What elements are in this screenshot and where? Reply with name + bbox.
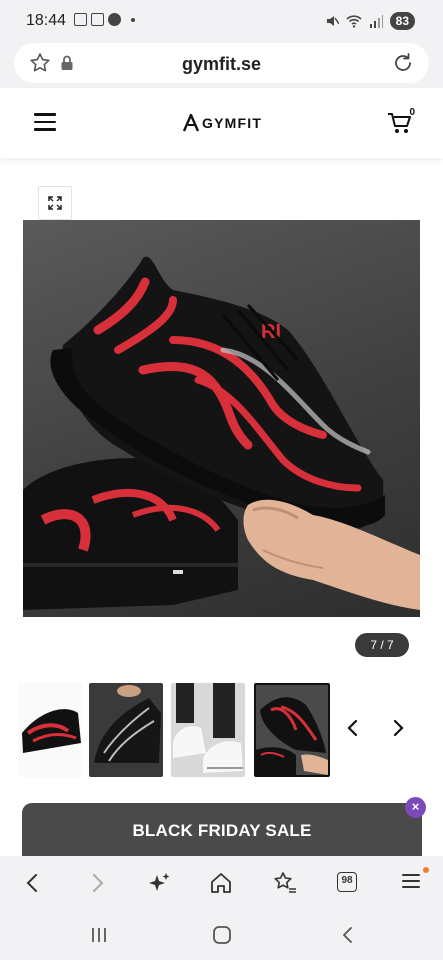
site-header: GYMFIT 0 — [0, 88, 443, 158]
reload-icon[interactable] — [391, 51, 415, 75]
thumbnail-4[interactable] — [254, 683, 330, 777]
signal-icon — [369, 15, 383, 28]
cart-button[interactable]: 0 — [387, 107, 415, 136]
home-button-icon[interactable] — [210, 923, 234, 947]
chevron-left-icon[interactable] — [343, 718, 363, 738]
sparkle-icon[interactable] — [146, 870, 172, 896]
browser-menu-icon[interactable] — [400, 867, 429, 896]
gymfit-logo[interactable]: GYMFIT — [182, 114, 262, 132]
home-icon[interactable] — [208, 870, 234, 896]
tabs-button[interactable]: 98 — [337, 872, 363, 898]
thumbnail-2[interactable] — [89, 683, 163, 777]
fullscreen-button[interactable] — [38, 186, 72, 220]
system-status-icons: 83 — [325, 12, 415, 30]
more-notifications-icon — [131, 17, 135, 22]
logo-mark-icon — [182, 114, 200, 132]
battery-indicator: 83 — [389, 12, 415, 30]
notification-dot — [423, 867, 429, 873]
chevron-right-icon[interactable] — [388, 718, 408, 738]
mute-icon — [326, 16, 339, 26]
browser-address-area: gymfit.se — [0, 40, 443, 88]
back-icon[interactable] — [20, 870, 46, 896]
status-time: 18:44 — [26, 12, 67, 29]
url-text[interactable]: gymfit.se — [14, 54, 429, 75]
thumbnail-sneaker-image — [171, 683, 245, 777]
expand-icon — [48, 196, 62, 210]
message-icon — [91, 13, 104, 26]
wifi-icon — [346, 15, 362, 28]
tabs-count: 98 — [337, 872, 357, 892]
thumbnail-strip — [0, 680, 443, 780]
cart-count: 0 — [409, 107, 415, 118]
forward-icon[interactable] — [84, 870, 110, 896]
browser-toolbar: 98 — [0, 856, 443, 910]
sneaker-image: RI — [23, 256, 420, 610]
image-counter: 7 / 7 — [355, 633, 409, 657]
thumbnail-1[interactable] — [18, 683, 82, 777]
black-friday-banner[interactable]: BLACK FRIDAY SALE — [22, 803, 422, 859]
status-bar: 18:44 83 — [0, 0, 443, 40]
thumbnail-sneaker-image — [18, 683, 82, 777]
address-bar[interactable]: gymfit.se — [14, 43, 429, 83]
product-main-image[interactable]: RI — [23, 220, 420, 617]
system-navigation-bar — [0, 910, 443, 960]
system-back-icon[interactable] — [336, 923, 360, 947]
thumbnail-sneaker-image — [256, 685, 328, 775]
screenshot-icon — [74, 13, 87, 26]
facebook-icon — [108, 13, 121, 26]
bookmarks-icon[interactable] — [272, 870, 298, 896]
notification-icons — [74, 13, 135, 26]
recent-apps-icon[interactable] — [87, 923, 111, 947]
close-banner-icon[interactable]: × — [405, 797, 426, 818]
logo-text: GYMFIT — [202, 115, 263, 131]
hamburger-menu-icon[interactable] — [34, 113, 56, 131]
menu-lines-icon — [402, 874, 420, 888]
promo-label: BLACK FRIDAY SALE — [132, 821, 312, 840]
thumbnail-3[interactable] — [171, 683, 245, 777]
thumbnail-sneaker-image — [89, 683, 163, 777]
